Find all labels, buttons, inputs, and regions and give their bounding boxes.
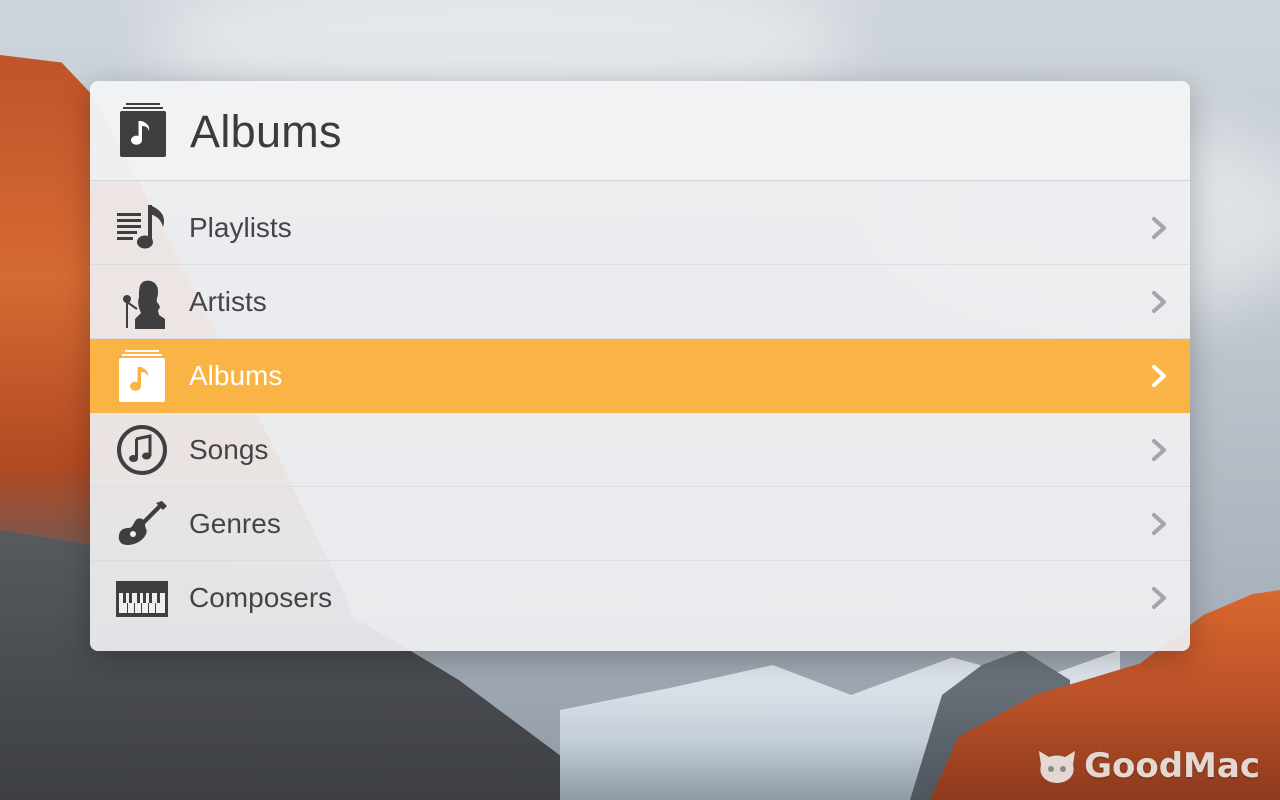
menu-item-playlists[interactable]: Playlists [90, 191, 1190, 265]
piano-keyboard-icon [116, 581, 168, 617]
menu-item-artists[interactable]: Artists [90, 265, 1190, 339]
watermark: GoodMac [1036, 746, 1260, 786]
albums-icon [120, 103, 166, 157]
menu-item-label: Artists [189, 286, 267, 317]
albums-icon [119, 350, 165, 402]
desktop-wallpaper: Albums Playlists Artists Albums Songs Ge… [0, 0, 1280, 800]
chevron-right-icon [1152, 217, 1166, 239]
chevron-right-icon [1152, 587, 1166, 609]
menu-item-genres[interactable]: Genres [90, 487, 1190, 561]
cat-logo-icon [1039, 751, 1076, 783]
chevron-right-icon [1152, 513, 1166, 535]
menu-item-label: Genres [189, 508, 281, 539]
artists-icon [123, 280, 165, 329]
guitar-icon [118, 501, 167, 545]
menu-list: Playlists Artists Albums Songs Genres Co… [90, 191, 1190, 634]
menu-item-label: Playlists [189, 212, 292, 243]
playlists-icon [117, 205, 165, 249]
songs-icon [117, 425, 167, 475]
chevron-right-icon [1152, 439, 1166, 461]
chevron-right-icon [1152, 365, 1166, 387]
watermark-text: GoodMac [1084, 746, 1260, 786]
music-browser-panel: Albums Playlists Artists Albums Songs Ge… [90, 81, 1190, 651]
panel-header: Albums [90, 81, 1190, 181]
menu-item-label: Albums [189, 360, 283, 391]
menu-item-albums[interactable]: Albums [90, 339, 1190, 413]
menu-item-label: Songs [189, 434, 269, 465]
menu-item-songs[interactable]: Songs [90, 413, 1190, 487]
menu-item-label: Composers [189, 582, 333, 613]
menu-item-composers[interactable]: Composers [90, 561, 1190, 634]
chevron-right-icon [1152, 291, 1166, 313]
page-title: Albums [190, 106, 342, 157]
